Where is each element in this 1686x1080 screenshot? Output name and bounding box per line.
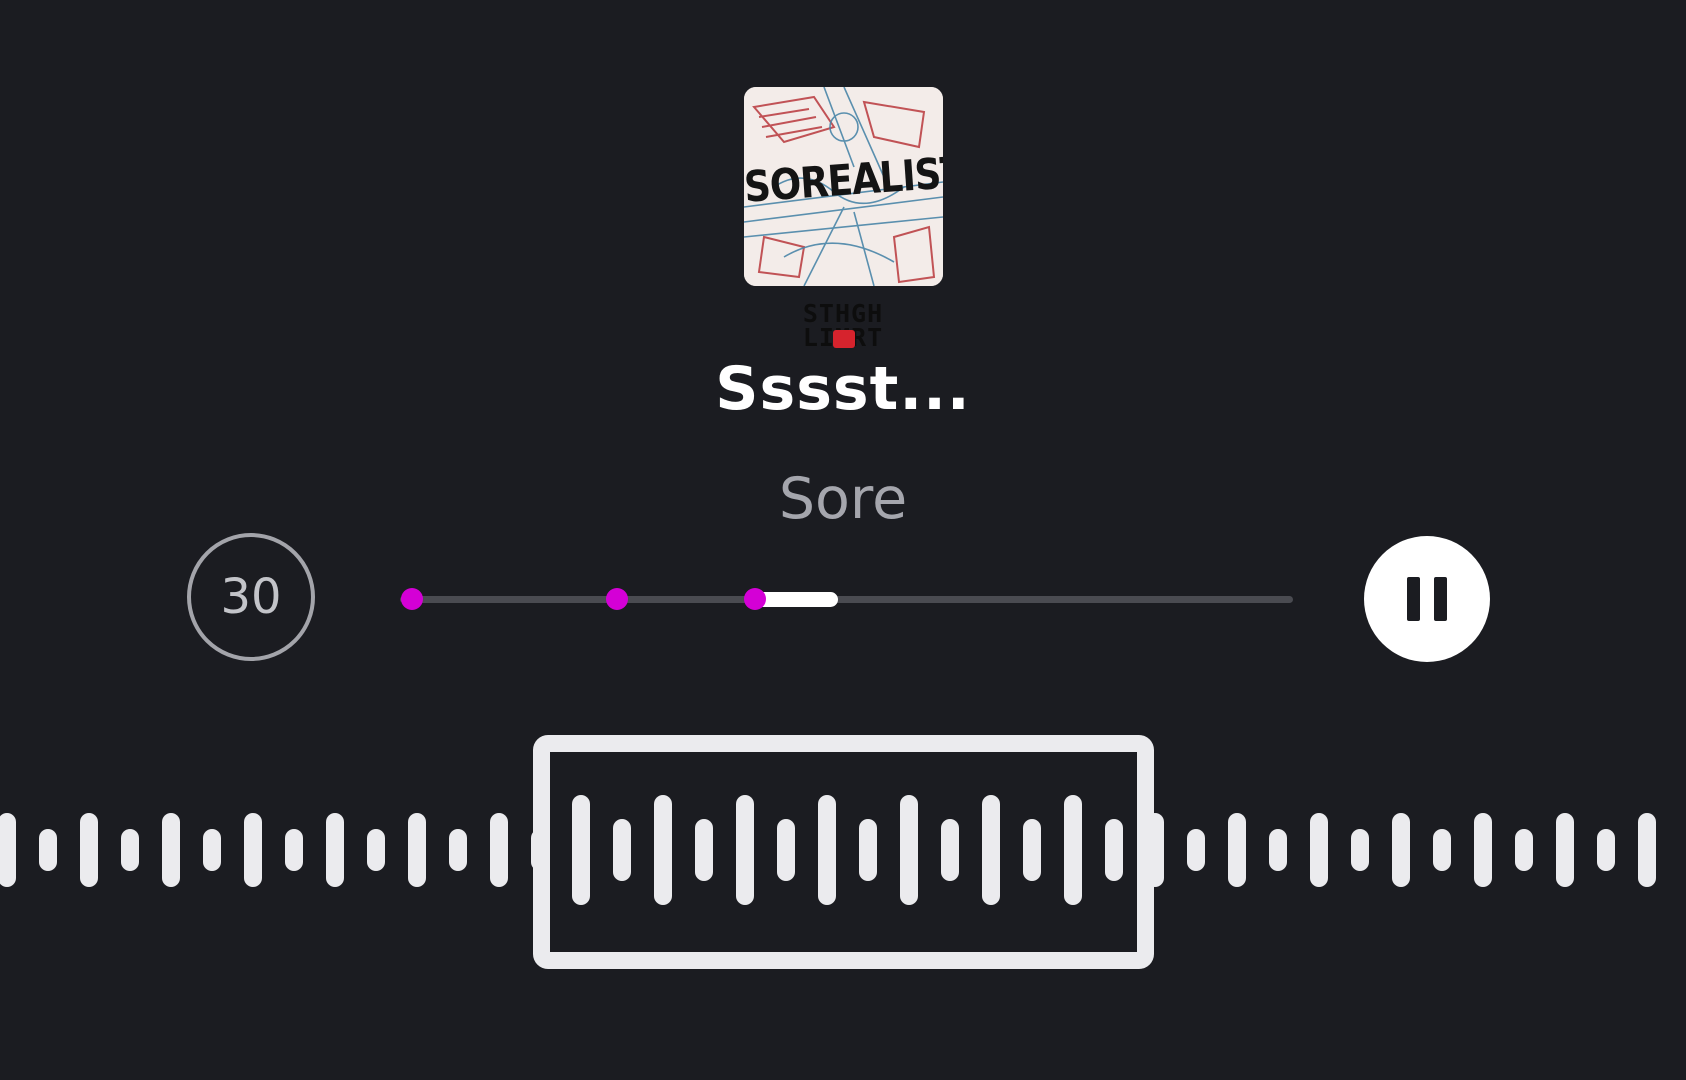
waveform-bar xyxy=(408,813,426,887)
waveform-bar xyxy=(1433,829,1451,871)
waveform-bar xyxy=(0,813,16,887)
waveform-bar xyxy=(121,829,139,871)
track-title: Sssst... xyxy=(715,354,971,424)
skip-30-button[interactable]: 30 xyxy=(187,533,315,661)
waveform-bar xyxy=(162,813,180,887)
waveform-bar xyxy=(1392,813,1410,887)
sticker-logo: STHGH LIMRT xyxy=(778,301,908,352)
waveform-bar xyxy=(449,829,467,871)
waveform-bar xyxy=(1310,813,1328,887)
progress-track[interactable] xyxy=(400,596,1293,603)
skip-30-label: 30 xyxy=(220,569,282,625)
artist-name: Sore xyxy=(778,466,908,532)
lock-icon xyxy=(833,330,855,348)
waveform-bar xyxy=(244,813,262,887)
waveform-bar xyxy=(490,813,508,887)
waveform-bar xyxy=(326,813,344,887)
pause-icon-bar-left xyxy=(1407,577,1420,621)
waveform-bar xyxy=(39,829,57,871)
waveform-bar xyxy=(1228,813,1246,887)
waveform-bar xyxy=(1269,829,1287,871)
waveform-bar xyxy=(1597,829,1615,871)
waveform-bar xyxy=(1474,813,1492,887)
progress-marker[interactable] xyxy=(605,588,628,610)
waveform-bar xyxy=(1187,829,1205,871)
waveform-bar xyxy=(203,829,221,871)
album-art: SOREALIST xyxy=(744,87,943,286)
waveform-bar xyxy=(1638,813,1656,887)
waveform-bar xyxy=(1351,829,1369,871)
waveform-bar xyxy=(1515,829,1533,871)
waveform-bar xyxy=(367,829,385,871)
progress-marker[interactable] xyxy=(400,588,423,610)
waveform-bar xyxy=(80,813,98,887)
pause-icon-bar-right xyxy=(1434,577,1447,621)
pause-button[interactable] xyxy=(1364,536,1490,662)
waveform-selection-frame[interactable] xyxy=(533,735,1154,969)
waveform-bar xyxy=(285,829,303,871)
waveform-bar xyxy=(1556,813,1574,887)
